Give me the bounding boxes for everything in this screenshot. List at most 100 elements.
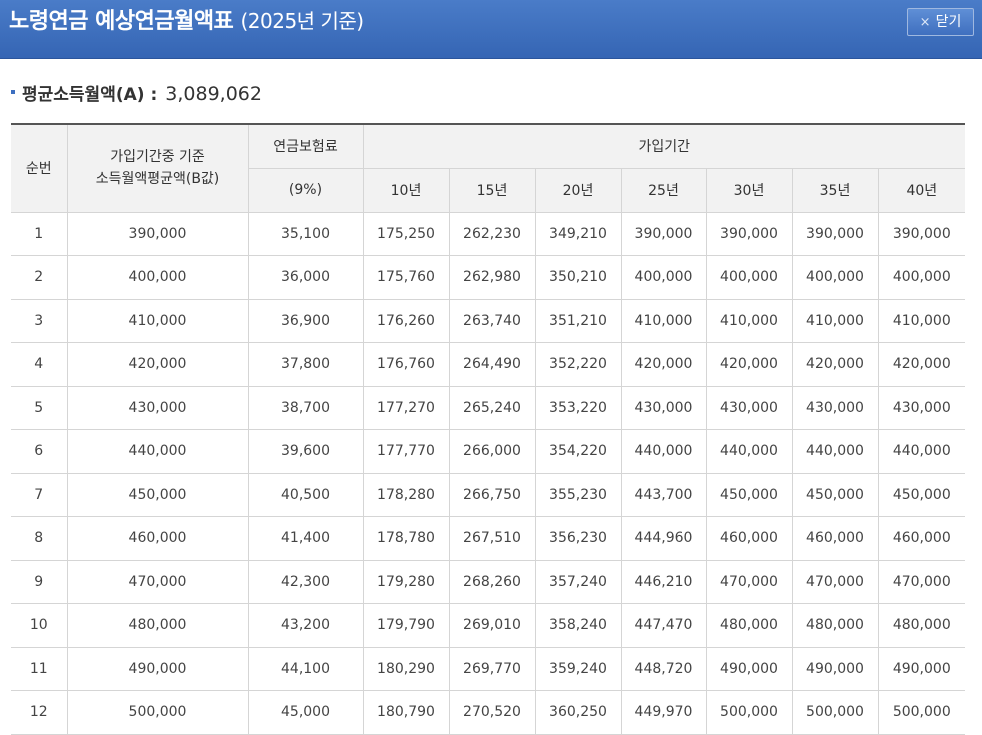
- table-cell: 266,000: [449, 429, 536, 474]
- table-cell: 350,210: [535, 255, 622, 300]
- table-cell: 390,000: [621, 212, 707, 256]
- header-premium: 연금보험료: [248, 124, 364, 169]
- table-row: 12 500,000 45,000 180,790 270,520 360,250 449,…: [11, 690, 966, 735]
- table-cell: 400,000: [621, 255, 707, 300]
- title-text: 노령연금 예상연금월액표: [9, 9, 234, 34]
- table-cell: 480,000: [67, 603, 249, 648]
- table-cell: 490,000: [706, 647, 793, 691]
- table-cell: 180,790: [363, 690, 450, 735]
- table-cell: 430,000: [67, 386, 249, 430]
- table-cell: 450,000: [706, 473, 793, 517]
- header-period: 40년: [878, 168, 966, 213]
- table-cell: 3: [11, 299, 68, 343]
- average-income-value: 3,089,062: [165, 83, 262, 105]
- average-income-label: 평균소득월액(A) :: [22, 85, 158, 105]
- table-row: 10 480,000 43,200 179,790 269,010 358,240 447,…: [11, 603, 966, 648]
- table-cell: 37,800: [248, 342, 364, 387]
- table-cell: 410,000: [706, 299, 793, 343]
- table-cell: 270,520: [449, 690, 536, 735]
- table-cell: 490,000: [67, 647, 249, 691]
- table-cell: 45,000: [248, 690, 364, 735]
- table-row: 2 400,000 36,000 175,760 262,980 350,210 400,0…: [11, 255, 966, 300]
- table-cell: 410,000: [67, 299, 249, 343]
- table-cell: 12: [11, 690, 68, 735]
- table-row: 11 490,000 44,100 180,290 269,770 359,240 448,…: [11, 647, 966, 691]
- table-cell: 500,000: [792, 690, 879, 735]
- table-row: 3 410,000 36,900 176,260 263,740 351,210 410,0…: [11, 299, 966, 343]
- table-cell: 440,000: [792, 429, 879, 474]
- window-title: 노령연금 예상연금월액표 (2025년 기준): [9, 6, 364, 36]
- table-cell: 449,970: [621, 690, 707, 735]
- table-cell: 180,290: [363, 647, 450, 691]
- table-cell: 400,000: [792, 255, 879, 300]
- table-cell: 470,000: [706, 560, 793, 604]
- table-cell: 357,240: [535, 560, 622, 604]
- table-cell: 177,770: [363, 429, 450, 474]
- table-cell: 177,270: [363, 386, 450, 430]
- header-period: 25년: [621, 168, 707, 213]
- table-cell: 420,000: [621, 342, 707, 387]
- table-cell: 420,000: [706, 342, 793, 387]
- header-period-group: 가입기간: [363, 124, 966, 169]
- table-cell: 500,000: [878, 690, 966, 735]
- table-cell: 470,000: [878, 560, 966, 604]
- table-cell: 175,760: [363, 255, 450, 300]
- table-cell: 267,510: [449, 516, 536, 561]
- table-row: 5 430,000 38,700 177,270 265,240 353,220 430,0…: [11, 386, 966, 430]
- header-premium-rate: (9%): [248, 168, 364, 213]
- table-cell: 500,000: [706, 690, 793, 735]
- table-row: 4 420,000 37,800 176,760 264,490 352,220 420,0…: [11, 342, 966, 387]
- table-cell: 440,000: [621, 429, 707, 474]
- table-cell: 39,600: [248, 429, 364, 474]
- table-cell: 430,000: [621, 386, 707, 430]
- table-cell: 430,000: [878, 386, 966, 430]
- table-cell: 44,100: [248, 647, 364, 691]
- table-cell: 470,000: [792, 560, 879, 604]
- table-cell: 269,770: [449, 647, 536, 691]
- table-cell: 1: [11, 212, 68, 256]
- header-period: 10년: [363, 168, 450, 213]
- bullet-icon: [11, 90, 15, 94]
- table-cell: 179,280: [363, 560, 450, 604]
- table-cell: 178,280: [363, 473, 450, 517]
- table-cell: 460,000: [706, 516, 793, 561]
- table-cell: 420,000: [67, 342, 249, 387]
- table-cell: 356,230: [535, 516, 622, 561]
- table-cell: 179,790: [363, 603, 450, 648]
- header-period: 35년: [792, 168, 879, 213]
- table-cell: 450,000: [67, 473, 249, 517]
- table-cell: 264,490: [449, 342, 536, 387]
- header-seq: 순번: [11, 124, 68, 213]
- header-base-income: 가입기간중 기준 소득월액평균액(B값): [67, 124, 249, 213]
- table-cell: 447,470: [621, 603, 707, 648]
- table-cell: 460,000: [67, 516, 249, 561]
- pension-table: 순번 가입기간중 기준 소득월액평균액(B값) 연금보험료 가입기간 (9%) …: [11, 123, 966, 735]
- table-cell: 430,000: [706, 386, 793, 430]
- table-cell: 390,000: [878, 212, 966, 256]
- close-label: 닫기: [935, 14, 962, 30]
- table-cell: 5: [11, 386, 68, 430]
- table-row: 8 460,000 41,400 178,780 267,510 356,230 444,9…: [11, 516, 966, 561]
- table-cell: 480,000: [878, 603, 966, 648]
- table-cell: 390,000: [67, 212, 249, 256]
- table-cell: 440,000: [67, 429, 249, 474]
- table-cell: 480,000: [792, 603, 879, 648]
- table-cell: 7: [11, 473, 68, 517]
- table-cell: 400,000: [706, 255, 793, 300]
- table-cell: 446,210: [621, 560, 707, 604]
- table-cell: 359,240: [535, 647, 622, 691]
- table-cell: 41,400: [248, 516, 364, 561]
- table-cell: 490,000: [792, 647, 879, 691]
- table-cell: 410,000: [792, 299, 879, 343]
- table-cell: 266,750: [449, 473, 536, 517]
- table-cell: 443,700: [621, 473, 707, 517]
- table-row: 9 470,000 42,300 179,280 268,260 357,240 446,2…: [11, 560, 966, 604]
- table-cell: 490,000: [878, 647, 966, 691]
- table-cell: 360,250: [535, 690, 622, 735]
- average-income-line: 평균소득월액(A) : 3,089,062: [11, 80, 262, 108]
- table-cell: 355,230: [535, 473, 622, 517]
- close-button[interactable]: × 닫기: [907, 8, 974, 36]
- table-cell: 349,210: [535, 212, 622, 256]
- table-row: 7 450,000 40,500 178,280 266,750 355,230 443,7…: [11, 473, 966, 517]
- table-cell: 178,780: [363, 516, 450, 561]
